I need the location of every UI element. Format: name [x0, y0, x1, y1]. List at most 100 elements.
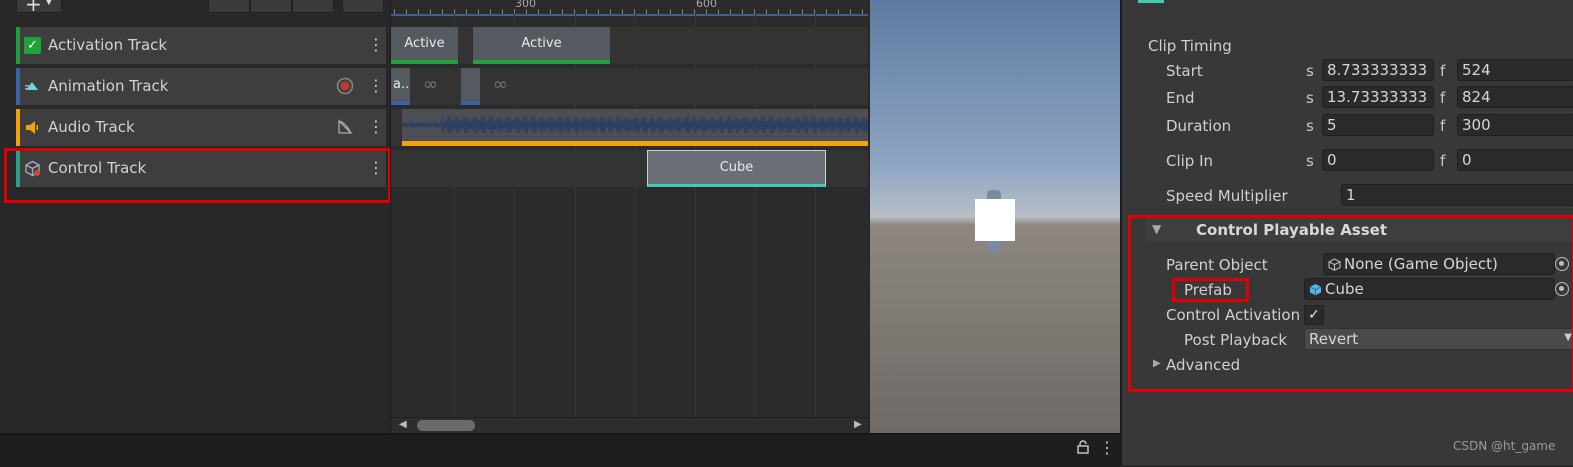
duration-frames-field[interactable]: 300	[1457, 114, 1573, 136]
control-activation-checkbox[interactable]: ✓	[1304, 305, 1324, 325]
foldout-expanded-icon[interactable]: ▼	[1152, 222, 1161, 236]
ruler-tick	[622, 9, 623, 14]
end-label: End	[1166, 89, 1195, 107]
object-picker-icon[interactable]	[1555, 282, 1569, 296]
post-playback-dropdown[interactable]: Revert ▼	[1304, 328, 1573, 350]
chevron-down-icon: ▼	[1564, 332, 1572, 343]
clip-in-seconds-field[interactable]: 0	[1322, 149, 1434, 171]
timeline-clip-area[interactable]: 300 600 Active Active a.. ∞ ∞ Cube ◀ ▶	[390, 0, 868, 434]
start-label: Start	[1166, 62, 1203, 80]
control-activation-label: Control Activation	[1166, 306, 1301, 324]
parent-object-field[interactable]: None (Game Object)	[1323, 253, 1555, 275]
track-header-animation[interactable]: Animation Track ⋮	[16, 68, 386, 105]
track-label: Control Track	[48, 159, 147, 177]
ruler-tick	[646, 9, 647, 14]
control-clip[interactable]: Cube	[647, 150, 826, 187]
start-frames-field[interactable]: 524	[1457, 59, 1573, 81]
track-label: Audio Track	[48, 118, 135, 136]
lane-audio[interactable]	[391, 109, 868, 146]
ruler-tick	[490, 9, 491, 14]
scene-view[interactable]	[870, 0, 1120, 433]
end-seconds-field[interactable]: 13.73333333	[1322, 86, 1434, 108]
frames-unit: f	[1440, 152, 1446, 170]
track-label: Activation Track	[48, 36, 168, 54]
lock-icon[interactable]	[1076, 440, 1090, 454]
ruler-tick	[418, 9, 419, 14]
track-menu-icon[interactable]: ⋮	[368, 77, 384, 95]
ruler-tick	[526, 9, 527, 14]
scroll-right-arrow-icon[interactable]: ▶	[854, 419, 862, 430]
toolbar-toggle-button-2[interactable]	[250, 0, 292, 13]
gameobject-cube-icon	[1328, 258, 1341, 271]
prefab-value: Cube	[1325, 280, 1364, 298]
add-track-button[interactable]: + ▼	[16, 0, 62, 16]
audio-curve-button[interactable]	[336, 118, 354, 136]
foldout-collapsed-icon[interactable]: ▶	[1153, 358, 1161, 369]
track-color-stripe	[16, 68, 20, 105]
track-label: Animation Track	[48, 77, 169, 95]
track-header-audio[interactable]: Audio Track ⋮	[16, 109, 386, 146]
animation-clip[interactable]	[461, 68, 480, 105]
seconds-unit: s	[1306, 89, 1314, 107]
record-button[interactable]	[336, 77, 354, 95]
chevron-down-icon: ▼	[45, 0, 53, 7]
inspector-panel: Clip Timing Start s 8.733333333 f 524 En…	[1120, 0, 1573, 465]
ruler-tick	[742, 9, 743, 14]
toolbar-toggle-button-4[interactable]	[342, 0, 384, 13]
end-frames-field[interactable]: 824	[1457, 86, 1573, 108]
track-header-activation[interactable]: ✓ Activation Track ⋮	[16, 27, 386, 64]
ruler-tick	[406, 9, 407, 14]
object-picker-icon[interactable]	[1555, 257, 1569, 271]
activation-clip[interactable]: Active	[473, 27, 610, 64]
duration-seconds-field[interactable]: 5	[1322, 114, 1434, 136]
seconds-unit: s	[1306, 152, 1314, 170]
scrollbar-thumb[interactable]	[417, 420, 475, 431]
ruler-tick	[730, 9, 731, 14]
speed-multiplier-label: Speed Multiplier	[1166, 187, 1288, 205]
ruler-tick	[562, 9, 563, 14]
prefab-cube-icon	[1309, 284, 1322, 296]
activation-clip[interactable]: Active	[391, 27, 458, 64]
track-menu-icon[interactable]: ⋮	[368, 118, 384, 136]
ruler-tick	[790, 9, 791, 14]
panel-menu-icon[interactable]: ⋮	[1099, 438, 1115, 457]
lane-control[interactable]: Cube	[391, 150, 868, 187]
bottom-panel-bar: ⋮	[0, 433, 1120, 467]
parent-object-value: None (Game Object)	[1344, 255, 1498, 273]
animation-clip[interactable]: a..	[391, 68, 410, 105]
ruler-tick	[502, 9, 503, 14]
control-cube-icon	[25, 160, 40, 177]
clip-in-frames-field[interactable]: 0	[1457, 149, 1573, 171]
lane-activation[interactable]: Active Active	[391, 27, 868, 64]
infinity-icon: ∞	[493, 74, 508, 95]
speed-multiplier-field[interactable]: 1	[1341, 184, 1573, 206]
toolbar-toggle-button-1[interactable]	[208, 0, 250, 13]
control-playable-asset-header[interactable]: ▼ Control Playable Asset	[1146, 218, 1573, 242]
ruler-tick	[682, 9, 683, 14]
ruler-tick	[802, 9, 803, 14]
track-header-control[interactable]: Control Track ⋮	[16, 150, 386, 187]
track-menu-icon[interactable]: ⋮	[368, 36, 384, 54]
track-menu-icon[interactable]: ⋮	[368, 159, 384, 177]
ruler-tick	[838, 9, 839, 14]
activation-checkbox-icon: ✓	[24, 37, 41, 54]
horizontal-scrollbar[interactable]: ◀ ▶	[391, 417, 868, 434]
scroll-left-arrow-icon[interactable]: ◀	[399, 419, 407, 430]
seconds-unit: s	[1306, 117, 1314, 135]
advanced-foldout-label[interactable]: Advanced	[1166, 356, 1240, 374]
time-ruler[interactable]: 300 600	[391, 0, 868, 16]
clip-in-label: Clip In	[1166, 152, 1214, 170]
prefab-field[interactable]: Cube	[1304, 278, 1555, 300]
toolbar-toggle-button-3[interactable]	[292, 0, 334, 13]
ruler-tick	[550, 9, 551, 14]
lane-animation[interactable]: a.. ∞ ∞	[391, 68, 868, 105]
parent-object-label: Parent Object	[1166, 256, 1268, 274]
audio-clip[interactable]	[402, 109, 868, 146]
track-color-stripe	[16, 150, 20, 187]
start-seconds-field[interactable]: 8.733333333	[1322, 59, 1434, 81]
track-color-stripe	[16, 27, 20, 64]
ruler-tick	[778, 9, 779, 14]
ruler-tick	[766, 9, 767, 14]
frames-unit: f	[1440, 117, 1446, 135]
ruler-tick	[862, 9, 863, 14]
